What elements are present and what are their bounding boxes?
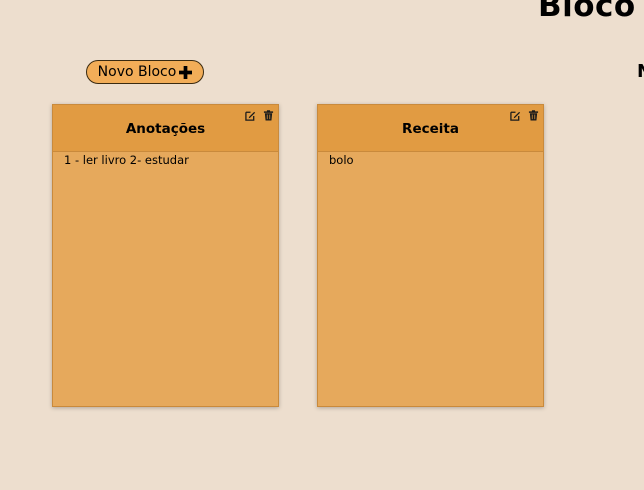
edit-icon[interactable]: [245, 110, 256, 121]
note-title: Anotações: [125, 121, 206, 137]
page-title: Bloco: [538, 0, 636, 24]
new-block-button[interactable]: Novo Bloco: [86, 60, 204, 84]
note-card: Receita bolo: [317, 104, 544, 407]
note-content[interactable]: bolo: [318, 152, 543, 168]
note-title: Receita: [402, 121, 459, 137]
note-card: Anotações 1 - ler livro 2- estudar: [52, 104, 279, 407]
edit-icon[interactable]: [510, 110, 521, 121]
plus-icon: [179, 65, 193, 79]
trash-icon[interactable]: [263, 110, 274, 121]
note-actions: [245, 110, 274, 121]
trash-icon[interactable]: [528, 110, 539, 121]
note-card-header: Anotações: [53, 105, 278, 152]
note-actions: [510, 110, 539, 121]
note-card-header: Receita: [318, 105, 543, 152]
header-side-text: N: [637, 61, 644, 82]
new-block-button-label: Novo Bloco: [97, 64, 177, 80]
note-content[interactable]: 1 - ler livro 2- estudar: [53, 152, 278, 168]
